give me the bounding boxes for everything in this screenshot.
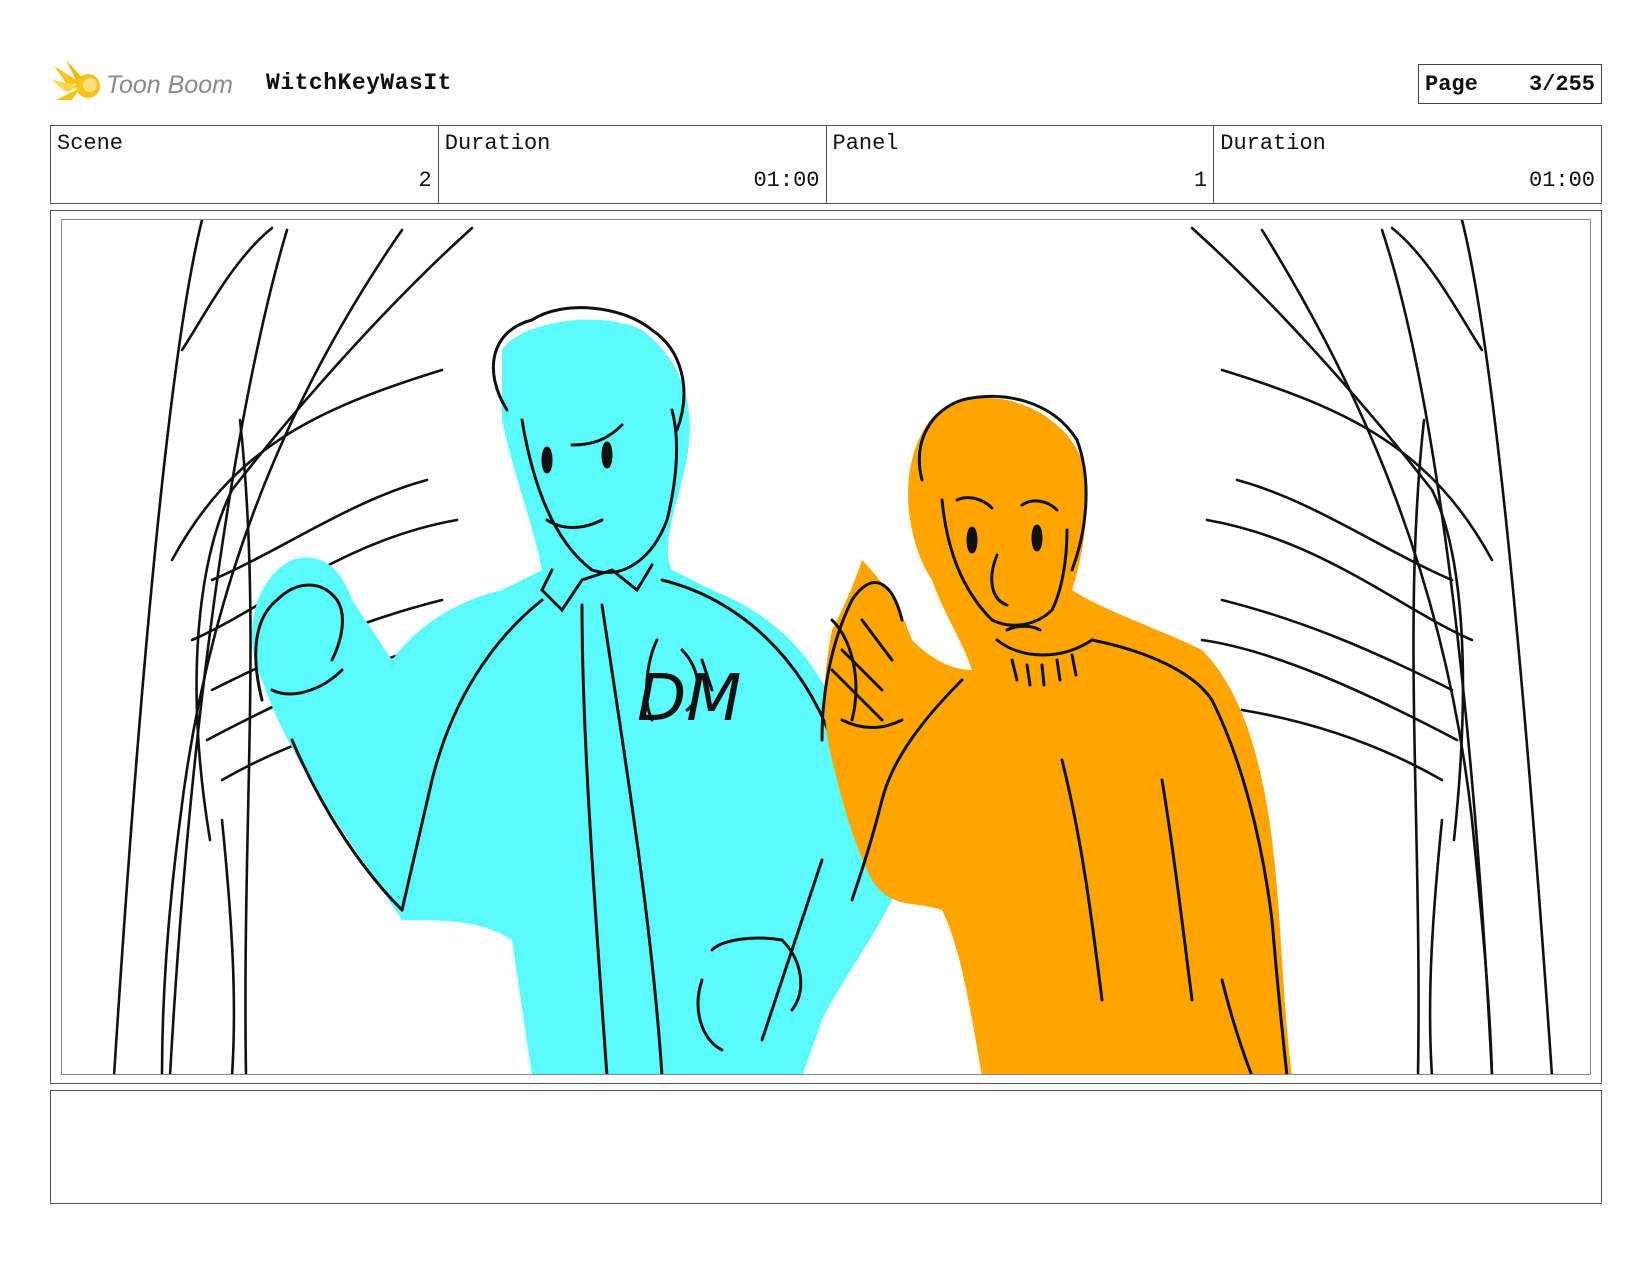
panel-value: 1 (1194, 168, 1208, 193)
panel-label: Panel (832, 131, 899, 156)
scene-info-table: Scene 2 Duration 01:00 Panel 1 Duration … (50, 125, 1602, 204)
scene-value: 2 (418, 168, 432, 193)
left-figure: DM (252, 306, 894, 1074)
scene-duration-value: 01:00 (753, 168, 820, 193)
page-number: 3/255 (1528, 71, 1595, 97)
starburst-icon (52, 60, 100, 100)
panel-cell: Panel 1 (827, 126, 1215, 203)
scene-cell: Scene 2 (51, 126, 439, 203)
panel-notes-box[interactable] (50, 1090, 1602, 1204)
panel-drawing-area: DM (61, 219, 1591, 1075)
right-figure (820, 394, 1292, 1074)
storyboard-sketch: DM (112, 220, 1554, 1074)
scene-label: Scene (57, 131, 124, 156)
storyboard-panel: DM (50, 210, 1602, 1084)
scene-duration-label: Duration (444, 131, 551, 156)
svg-text:DM: DM (637, 662, 742, 736)
project-title: WitchKeyWasIt (266, 70, 452, 96)
page-label: Page (1425, 71, 1478, 97)
panel-duration-label: Duration (1220, 131, 1326, 156)
svg-text:Toon Boom: Toon Boom (106, 71, 233, 99)
page-indicator: Page 3/255 (1418, 64, 1602, 104)
scene-duration-cell: Duration 01:00 (439, 126, 827, 203)
panel-duration-value: 01:00 (1528, 168, 1595, 193)
toon-boom-logo: Toon Boom (50, 56, 250, 112)
panel-duration-cell: Duration 01:00 (1214, 126, 1601, 203)
